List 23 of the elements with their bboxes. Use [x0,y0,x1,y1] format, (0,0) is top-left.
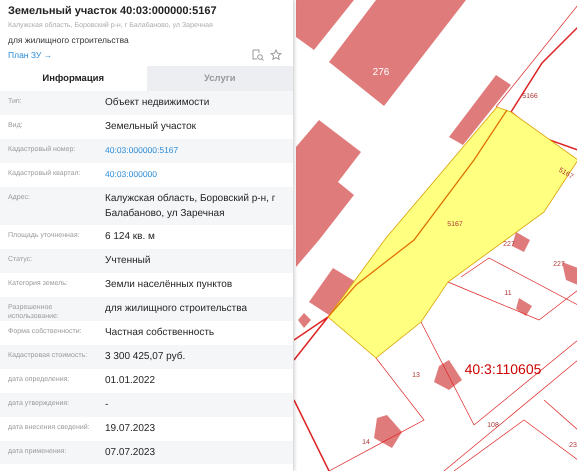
property-value: - [105,398,110,412]
property-link[interactable]: 40:03:000000:5167 [105,139,285,162]
property-value: 07.07.2023 [105,446,156,460]
property-link[interactable]: 40:03:000000 [105,163,285,186]
tab[interactable]: Услуги [146,66,293,91]
property-value: Частная собственность [105,326,216,340]
property-value: Земли населённых пунктов [105,278,234,292]
card-purpose: для жилищного строительства [8,34,130,46]
card-title: Земельный участок 40:03:000000:5167 [8,4,218,18]
property-value: Земельный участок [105,120,198,134]
property-value: 01.01.2022 [105,374,156,388]
property-value: Учтенный [105,254,152,268]
property-value: 3 300 425,07 руб. [105,350,186,364]
property-value: Калужская область, Боровский р-н, г Балабаново, ул Заречная [105,192,276,221]
document-search-icon[interactable] [252,49,264,61]
parcel-number-label: 276 [372,67,390,78]
property-value: Объект недвижимости [105,96,210,110]
plan-link[interactable]: План ЗУ → [8,50,52,60]
property-value: 19.07.2023 [105,422,156,436]
property-value: 6 124 кв. м [105,230,156,244]
star-icon[interactable] [270,49,282,61]
parcel-number-label: 40:3:110605 [464,361,542,377]
property-value: для жилищного строительства [105,302,248,316]
